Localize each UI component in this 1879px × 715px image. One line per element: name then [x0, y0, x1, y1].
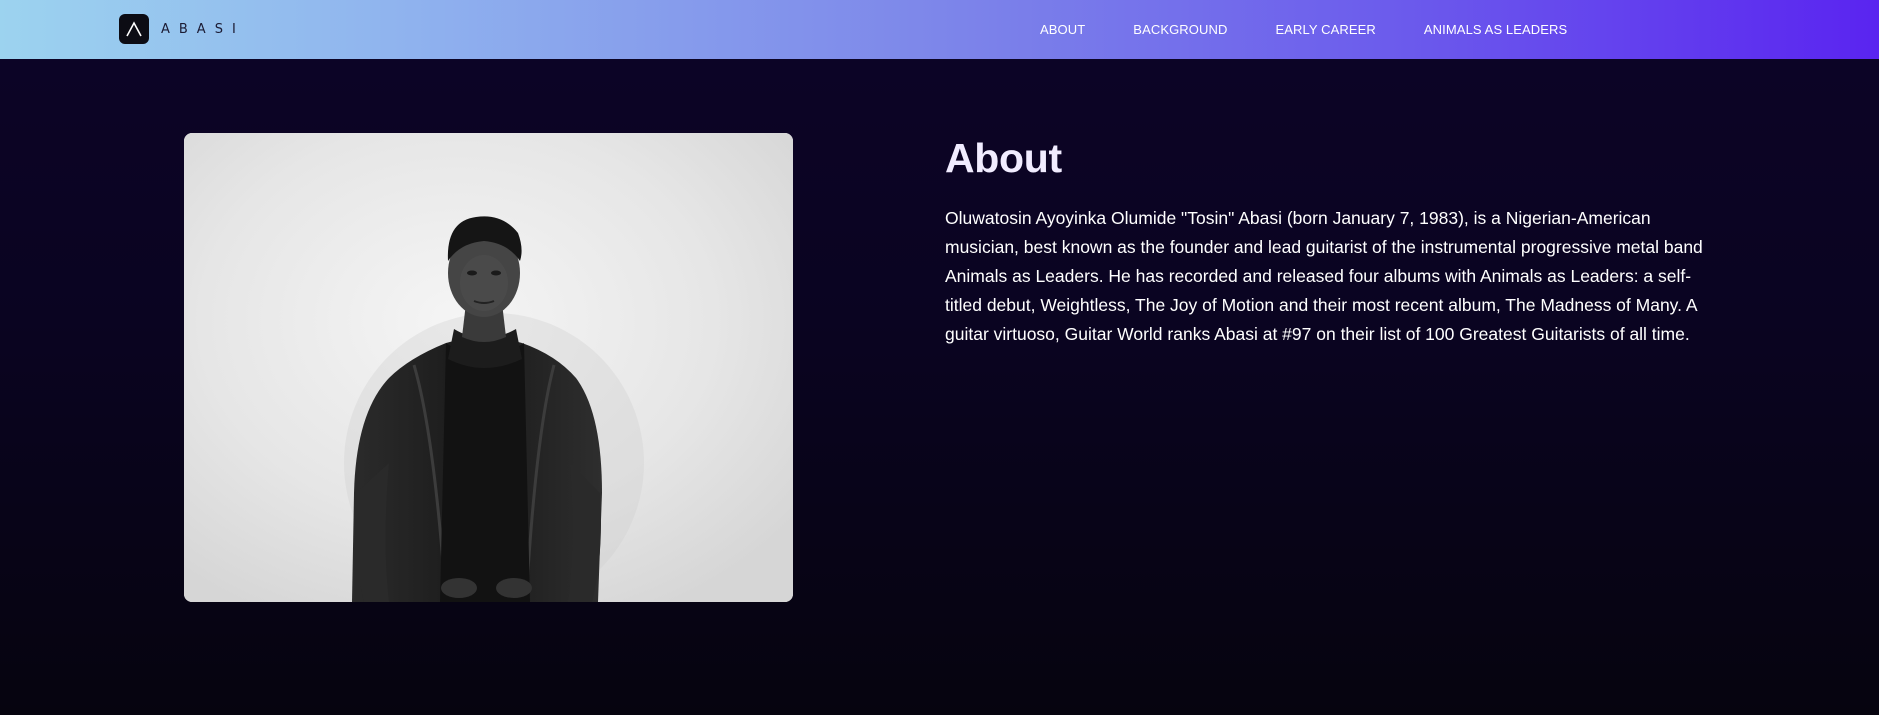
nav-link-animals-as-leaders[interactable]: ANIMALS AS LEADERS — [1424, 22, 1567, 37]
nav-link-background[interactable]: BACKGROUND — [1133, 22, 1227, 37]
about-paragraph: Oluwatosin Ayoyinka Olumide "Tosin" Abas… — [945, 208, 1703, 344]
main-nav: ABOUT BACKGROUND EARLY CAREER ANIMALS AS… — [1040, 0, 1567, 59]
abasi-logo-icon — [119, 14, 149, 44]
nav-link-about[interactable]: ABOUT — [1040, 22, 1085, 37]
portrait-photo — [184, 133, 793, 602]
top-navbar: ABASI ABOUT BACKGROUND EARLY CAREER ANIM… — [0, 0, 1879, 59]
brand-name: ABASI — [161, 21, 245, 37]
about-heading: About — [945, 135, 1062, 181]
brand-logo-link[interactable]: ABASI — [119, 14, 245, 44]
nav-link-early-career[interactable]: EARLY CAREER — [1275, 22, 1375, 37]
